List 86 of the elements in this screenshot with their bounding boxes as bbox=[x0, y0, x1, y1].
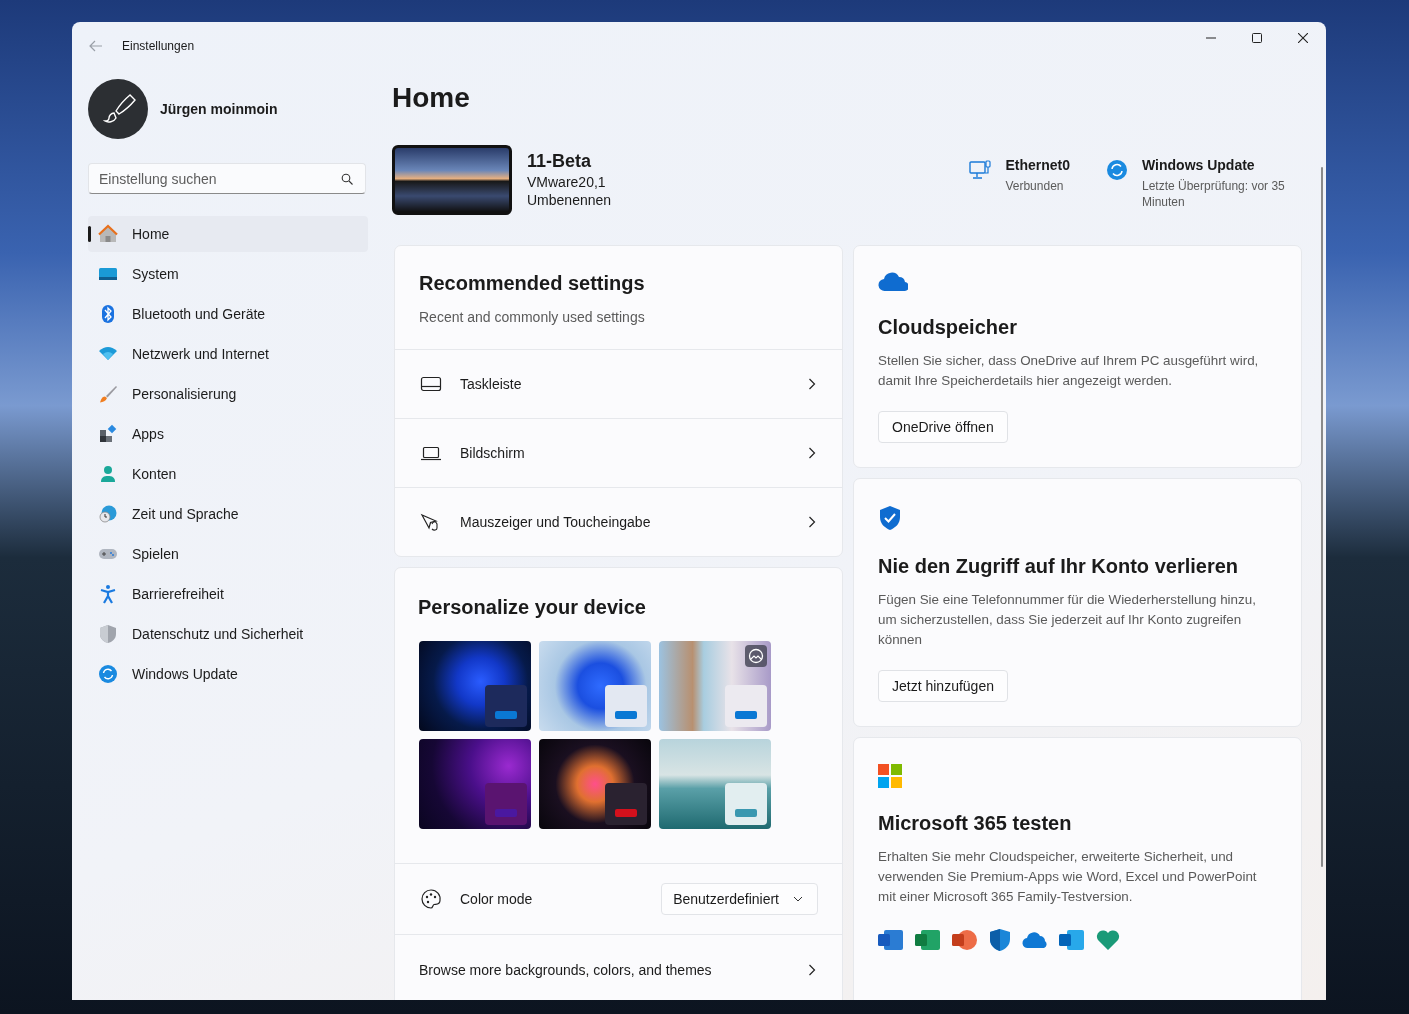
page-title: Home bbox=[392, 81, 471, 115]
theme-thumbnail[interactable] bbox=[539, 739, 651, 829]
accent-bar bbox=[735, 809, 757, 817]
chevron-right-icon bbox=[808, 964, 816, 976]
accent-bar bbox=[495, 809, 517, 817]
status-title: Ethernet0 bbox=[1005, 157, 1070, 173]
excel-app-icon bbox=[915, 929, 941, 951]
rename-link[interactable]: Umbenennen bbox=[527, 192, 612, 208]
chevron-right-icon bbox=[808, 378, 816, 390]
nav-item[interactable]: Personalisierung bbox=[88, 376, 368, 412]
status-detail: Verbunden bbox=[1005, 178, 1065, 194]
heart-app-icon bbox=[1096, 929, 1120, 951]
card-title: Recommended settings bbox=[419, 272, 646, 295]
device-name: 11-Beta bbox=[527, 151, 593, 172]
card-description: Fügen Sie eine Telefonnummer für die Wiederherstellung hinzu, um sicherzustellen, dass Sie jederzeit auf Ihr Konto zugreifen können bbox=[878, 591, 1257, 649]
cloud-icon bbox=[878, 272, 908, 292]
laptop-icon bbox=[420, 444, 442, 462]
mail-app-icon bbox=[1059, 929, 1085, 951]
chevron-right-icon bbox=[808, 516, 816, 528]
search-field[interactable]: Einstellung suchen bbox=[88, 163, 366, 194]
nav-item[interactable]: Bluetooth und Geräte bbox=[88, 296, 368, 332]
chevron-right-icon bbox=[808, 447, 816, 459]
card-title: Microsoft 365 testen bbox=[878, 812, 1072, 835]
nav-item[interactable]: Spielen bbox=[88, 536, 368, 572]
theme-thumbnail[interactable] bbox=[419, 641, 531, 731]
accent-bar bbox=[735, 711, 757, 719]
palette-icon bbox=[420, 888, 442, 910]
status-title: Windows Update bbox=[1142, 157, 1256, 173]
nav-item[interactable]: Home bbox=[88, 216, 368, 252]
house-icon bbox=[98, 224, 118, 244]
nav-item[interactable]: Datenschutz und Sicherheit bbox=[88, 616, 368, 652]
taskbar-icon bbox=[420, 375, 442, 393]
sync-icon bbox=[98, 664, 118, 684]
search-icon bbox=[341, 173, 353, 185]
card-description: Erhalten Sie mehr Cloudspeicher, erweiterte Sicherheit, und verwenden Sie Premium-Apps wie Word, Excel und PowerPoint mit einer Microsoft 365 Family-Testversion. bbox=[878, 848, 1258, 906]
settings-link-row[interactable]: Bildschirm bbox=[395, 418, 842, 487]
shield-app-icon bbox=[989, 928, 1011, 952]
theme-thumbnail[interactable] bbox=[539, 641, 651, 731]
shield-check-icon bbox=[878, 505, 902, 531]
theme-thumbnail[interactable] bbox=[659, 739, 771, 829]
card-action-button[interactable]: OneDrive öffnen bbox=[878, 411, 1008, 443]
status-detail: Letzte Überprüfung: vor 35 Minuten bbox=[1142, 178, 1286, 210]
powerpoint-app-icon bbox=[952, 929, 978, 951]
theme-thumbnail[interactable] bbox=[419, 739, 531, 829]
card-action-button[interactable]: Jetzt hinzufügen bbox=[878, 670, 1008, 702]
accessibility-icon bbox=[98, 584, 118, 604]
card-title: Personalize your device bbox=[418, 596, 647, 619]
monitor-network-icon bbox=[969, 159, 992, 181]
window-title: Einstellungen bbox=[122, 39, 195, 53]
accent-bar bbox=[495, 711, 517, 719]
nav-item[interactable]: Barrierefreiheit bbox=[88, 576, 368, 612]
accent-bar bbox=[615, 711, 637, 719]
browse-themes-row[interactable]: Browse more backgrounds, colors, and themes bbox=[395, 934, 842, 1000]
nav-item[interactable]: Zeit und Sprache bbox=[88, 496, 368, 532]
card-title: Cloudspeicher bbox=[878, 316, 1017, 339]
color-mode-label: Color mode bbox=[460, 891, 534, 907]
card-subtitle: Recent and commonly used settings bbox=[419, 309, 646, 325]
card-description: Stellen Sie sicher, dass OneDrive auf Ihrem PC ausgeführt wird, damit Ihre Speicherdetails hier angezeigt werden. bbox=[878, 352, 1260, 390]
avatar-brush-icon bbox=[88, 79, 148, 139]
cloud-app-icon bbox=[1022, 931, 1048, 949]
nav-item[interactable]: Apps bbox=[88, 416, 368, 452]
chevron-down-icon bbox=[793, 896, 803, 902]
settings-link-row[interactable]: Taskleiste bbox=[395, 349, 842, 418]
nav-item[interactable]: Netzwerk und Internet bbox=[88, 336, 368, 372]
scrollbar-thumb[interactable] bbox=[1321, 167, 1323, 867]
word-app-icon bbox=[878, 929, 904, 951]
sync-icon bbox=[1106, 159, 1128, 181]
four-squares-logo-icon bbox=[878, 764, 902, 788]
user-name: Jürgen moinmoin bbox=[160, 101, 278, 117]
brush-icon bbox=[98, 384, 118, 404]
theme-thumbnail[interactable] bbox=[659, 641, 771, 731]
nav-item[interactable]: Windows Update bbox=[88, 656, 368, 692]
nav-item[interactable]: System bbox=[88, 256, 368, 292]
nav-item[interactable]: Konten bbox=[88, 456, 368, 492]
slideshow-icon bbox=[745, 645, 767, 667]
card-title: Nie den Zugriff auf Ihr Konto verlieren bbox=[878, 555, 1239, 578]
apps-icon bbox=[98, 424, 118, 444]
device-model: VMware20,1 bbox=[527, 174, 607, 190]
color-mode-dropdown[interactable]: Benutzerdefiniert bbox=[661, 883, 818, 915]
globe-clock-icon bbox=[98, 504, 118, 524]
person-icon bbox=[98, 464, 118, 484]
maximize-icon[interactable] bbox=[1252, 33, 1262, 43]
shield-icon bbox=[98, 624, 118, 644]
accent-bar bbox=[615, 809, 637, 817]
settings-link-row[interactable]: Mauszeiger und Toucheingabe bbox=[395, 487, 842, 556]
close-icon[interactable] bbox=[1298, 33, 1308, 43]
